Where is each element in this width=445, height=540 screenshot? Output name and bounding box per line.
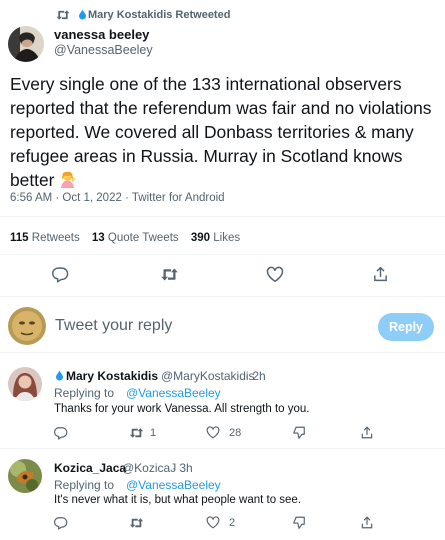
replying-to-link[interactable]: @VanessaBeeley: [126, 478, 221, 492]
woman-tipping-hand-emoji-icon: [59, 170, 76, 188]
retweet-banner-text[interactable]: Mary Kostakidis Retweeted: [88, 9, 230, 21]
replying-to-prefix: Replying to: [54, 478, 115, 492]
reply-compose-input[interactable]: Tweet your reply: [55, 317, 172, 335]
retweet-icon[interactable]: [160, 267, 179, 282]
reply-author-handle[interactable]: @KozicaJ: [122, 461, 176, 475]
likes-label: Likes: [213, 232, 241, 244]
reply-author-avatar[interactable]: [8, 367, 42, 401]
share-icon[interactable]: [360, 425, 374, 440]
tweet-text: Every single one of the 133 internationa…: [10, 72, 435, 192]
reply-icon[interactable]: [54, 516, 68, 530]
like-heart-icon[interactable]: [266, 266, 284, 283]
reply-author-handle[interactable]: @MaryKostakidis: [161, 369, 255, 383]
quotes-count: 13: [91, 232, 105, 244]
quotes-stat[interactable]: 13 Quote Tweets: [92, 232, 179, 244]
retweet-icon[interactable]: [129, 427, 144, 439]
reply-like-count: 28: [229, 427, 242, 439]
like-heart-icon[interactable]: [206, 426, 220, 439]
reply-author-name[interactable]: Mary Kostakidis: [66, 369, 158, 383]
reply-time[interactable]: · 3h: [172, 461, 193, 475]
like-heart-icon[interactable]: [206, 516, 220, 529]
quotes-label: Quote Tweets: [107, 232, 179, 244]
droplet-icon: [56, 370, 63, 381]
droplet-icon: [79, 9, 86, 20]
reply-author-name[interactable]: Kozica_Jaca: [54, 461, 126, 475]
retweets-stat[interactable]: 115 Retweets: [10, 232, 80, 244]
replying-to-prefix: Replying to: [54, 386, 115, 400]
thumbs-down-icon[interactable]: [292, 515, 306, 530]
author-handle[interactable]: @VanessaBeeley: [54, 43, 153, 57]
author-name[interactable]: vanessa beeley: [54, 27, 149, 42]
reply-time[interactable]: · 2h: [245, 369, 266, 383]
reply-button[interactable]: Reply: [378, 313, 434, 341]
author-avatar[interactable]: [8, 26, 44, 62]
retweet-icon: [56, 9, 70, 21]
likes-stat[interactable]: 390 Likes: [191, 232, 240, 244]
likes-count: 390: [190, 232, 211, 244]
reply-icon[interactable]: [54, 426, 68, 440]
retweet-icon[interactable]: [129, 517, 144, 529]
replying-to-link[interactable]: @VanessaBeeley: [126, 386, 221, 400]
share-icon[interactable]: [360, 515, 374, 530]
reply-retweet-count: 1: [150, 427, 157, 439]
tweet-stats: 115 Retweets 13 Quote Tweets 390 Likes: [10, 232, 240, 244]
tweet-timestamp[interactable]: 6:56 AM · Oct 1, 2022 · Twitter for Andr…: [10, 192, 225, 204]
reply-text: Thanks for your work Vanessa. All streng…: [54, 403, 310, 415]
reply-author-avatar[interactable]: [8, 459, 42, 493]
user-avatar[interactable]: [8, 307, 46, 345]
share-icon[interactable]: [372, 265, 389, 283]
reply-text: It's never what it is, but what people w…: [54, 494, 302, 506]
thumbs-down-icon[interactable]: [292, 425, 306, 440]
reply-like-count: 2: [229, 517, 236, 529]
reply-icon[interactable]: [52, 266, 69, 283]
retweets-count: 115: [10, 232, 29, 244]
retweets-label: Retweets: [31, 232, 80, 244]
